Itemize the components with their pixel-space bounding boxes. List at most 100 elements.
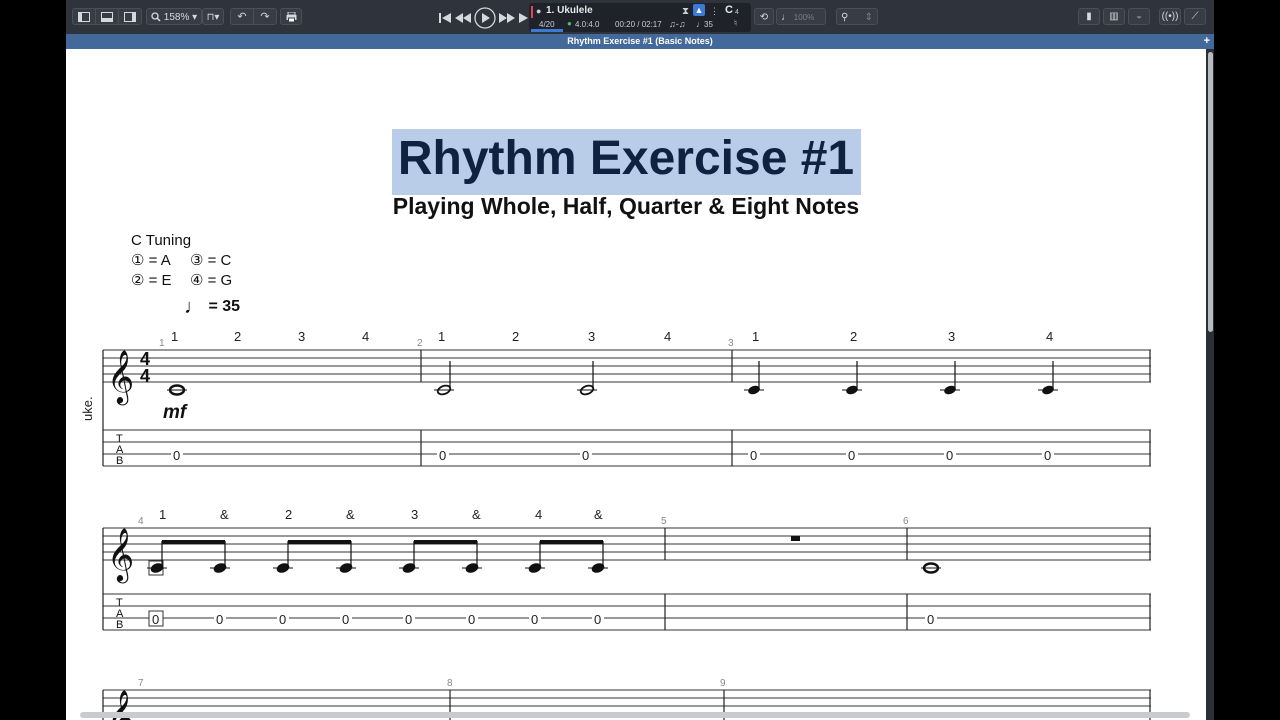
beat-count: 3	[588, 329, 595, 344]
fret-number[interactable]: 0	[279, 612, 286, 627]
staff-2	[103, 527, 1151, 561]
fast-forward-button[interactable]	[499, 12, 515, 24]
dynamic-marking: mf	[163, 402, 188, 423]
fret-number[interactable]: 0	[468, 612, 475, 627]
measure-number: 8	[447, 678, 453, 689]
right-panel-toggle[interactable]	[119, 9, 141, 24]
tab-clef-b: B	[116, 619, 123, 631]
document-tab[interactable]: Rhythm Exercise #1 (Basic Notes) +	[66, 34, 1214, 49]
zoom-value: 158%	[163, 12, 190, 23]
play-button[interactable]	[474, 7, 496, 29]
note-icon: ♩	[781, 12, 791, 23]
tab-staff-2	[103, 593, 1151, 631]
speed-control[interactable]: ⚲ ⇕	[836, 8, 878, 25]
beam	[162, 540, 225, 544]
fret-number[interactable]: 0	[750, 448, 757, 463]
fret-number[interactable]: 0	[848, 448, 855, 463]
magnifier-icon	[151, 12, 161, 22]
redo-icon: ↷	[260, 11, 270, 23]
add-tab-button[interactable]: +	[1204, 34, 1210, 49]
beat-count: 2	[512, 329, 519, 344]
beat-count: &	[472, 507, 481, 522]
score-page[interactable]: Rhythm Exercise #1 Playing Whole, Half, …	[66, 49, 1206, 720]
loop-icon: ⟲	[759, 12, 769, 23]
left-panel-toggle[interactable]	[73, 9, 96, 24]
tuner-button[interactable]: ⟋	[1184, 8, 1206, 25]
drum-view-button[interactable]: ◒	[1128, 8, 1150, 25]
bar-position: 4/20	[539, 20, 555, 29]
print-button[interactable]	[280, 8, 302, 25]
measure-number: 6	[903, 516, 909, 527]
time-sig-bottom: 4	[140, 366, 150, 386]
beat-count: 3	[411, 507, 418, 522]
measure-number: 2	[417, 338, 423, 349]
more-options-icon[interactable]: ⋮	[710, 6, 719, 17]
fret-number[interactable]: 0	[173, 448, 180, 463]
beam	[540, 540, 603, 544]
metronome-icon[interactable]: ▲	[693, 4, 705, 16]
left-panel-icon	[78, 11, 90, 22]
guitar-view-button[interactable]: ▮	[1078, 8, 1100, 25]
loop-button[interactable]: ⟲	[754, 8, 774, 25]
fret-number[interactable]: 0	[1044, 448, 1051, 463]
audio-button[interactable]: ((•))	[1159, 8, 1181, 25]
beat-count: 4	[362, 329, 369, 344]
fret-number[interactable]: 0	[152, 612, 159, 627]
beam	[288, 540, 351, 544]
vertical-scrollbar[interactable]	[1208, 52, 1213, 332]
notes-measure-4	[147, 540, 608, 576]
beat-count: 4	[664, 329, 671, 344]
audio-wave-icon: ((•))	[1161, 11, 1179, 22]
staff-3	[103, 689, 1151, 715]
tab-staff-1	[103, 429, 1151, 467]
tab-clef-b: B	[116, 455, 123, 467]
chevron-down-icon: ▾	[192, 12, 198, 23]
bottom-panel-toggle[interactable]	[96, 9, 119, 24]
piano-view-button[interactable]: ▥	[1103, 8, 1125, 25]
fret-number[interactable]: 0	[342, 612, 349, 627]
rewind-button[interactable]	[455, 12, 471, 24]
measure-number: 3	[728, 338, 734, 349]
staff-1	[103, 349, 1151, 383]
fret-number[interactable]: 0	[439, 448, 446, 463]
zoom-select[interactable]: 158% ▾	[146, 8, 202, 25]
redo-button[interactable]: ↷	[254, 9, 276, 24]
beat-count: 4	[535, 507, 542, 522]
fret-number[interactable]: 0	[582, 448, 589, 463]
fret-number[interactable]: 0	[946, 448, 953, 463]
volume-control[interactable]: ♩ 100%	[776, 8, 826, 25]
drum-icon: ◒	[1135, 11, 1143, 22]
fret-number[interactable]: 0	[927, 612, 934, 627]
beat-count: 3	[948, 329, 955, 344]
track-name[interactable]: 1. Ukulele	[546, 5, 593, 16]
beat-count: 2	[234, 329, 241, 344]
key-display: C	[725, 4, 733, 16]
track-color-marker	[531, 6, 533, 18]
undo-button[interactable]: ↶	[231, 9, 254, 24]
measure-number: 9	[720, 678, 726, 689]
printer-icon	[286, 11, 296, 23]
panel-toggle-group	[72, 8, 142, 25]
fret-number[interactable]: 0	[594, 612, 601, 627]
piano-icon: ▥	[1109, 11, 1119, 22]
whole-rest[interactable]	[791, 536, 800, 541]
speed-icon: ⚲	[841, 12, 849, 23]
horizontal-scrollbar[interactable]	[80, 712, 1190, 718]
note-pair-icon: ♫-♫	[669, 19, 686, 29]
beat-count: &	[594, 507, 603, 522]
view-mode-select[interactable]: ⊓▾	[202, 8, 224, 25]
measure-number: 4	[138, 516, 144, 527]
hourglass-icon[interactable]: ⧗	[682, 6, 689, 17]
beat-count: 1	[171, 329, 178, 344]
notes-measure-6	[921, 562, 941, 574]
fret-number[interactable]: 0	[405, 612, 412, 627]
beat-count: 1	[159, 507, 166, 522]
track-status-panel: ● 1. Ukulele 4/20 ● 4.0:4.0 00:20 / 02:1…	[529, 3, 751, 32]
notes-measure-1	[167, 384, 187, 396]
fret-number[interactable]: 0	[216, 612, 223, 627]
playback-progress-bar	[531, 29, 563, 32]
fret-number[interactable]: 0	[531, 612, 538, 627]
transport-controls	[438, 7, 532, 29]
skip-to-start-button[interactable]	[438, 12, 452, 24]
beat-count: 1	[438, 329, 445, 344]
